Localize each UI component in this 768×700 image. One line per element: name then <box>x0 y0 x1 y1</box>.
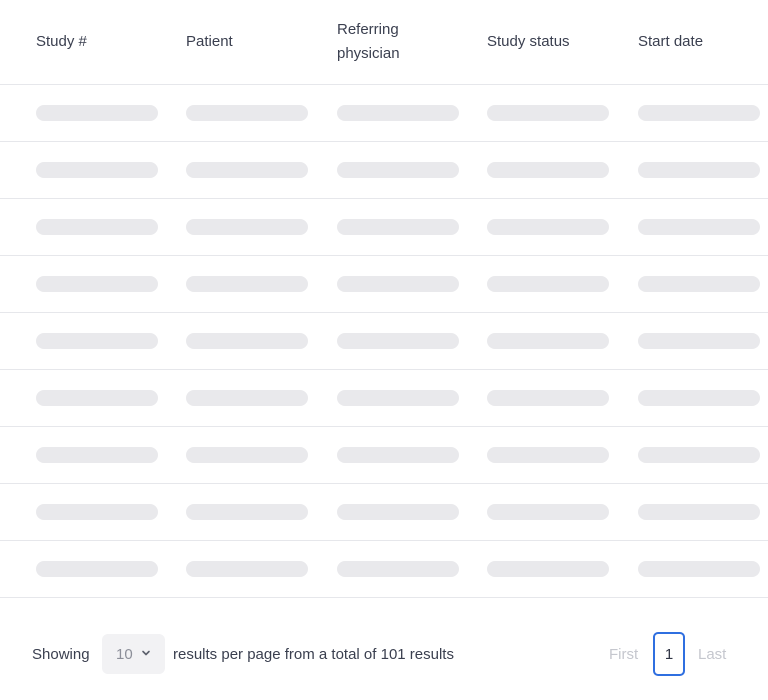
skeleton-placeholder <box>487 390 609 406</box>
table-header: Study # Patient Referring physician Stud… <box>0 0 768 85</box>
column-header-referring-physician[interactable]: Referring physician <box>337 0 447 84</box>
skeleton-placeholder <box>638 162 760 178</box>
per-page-value: 10 <box>116 645 133 663</box>
skeleton-placeholder <box>36 219 158 235</box>
skeleton-placeholder <box>186 105 308 121</box>
skeleton-placeholder <box>337 276 459 292</box>
skeleton-placeholder <box>186 219 308 235</box>
table-row <box>0 256 768 313</box>
skeleton-placeholder <box>36 105 158 121</box>
skeleton-placeholder <box>638 504 760 520</box>
skeleton-placeholder <box>638 390 760 406</box>
table-row <box>0 484 768 541</box>
skeleton-placeholder <box>337 447 459 463</box>
skeleton-placeholder <box>337 561 459 577</box>
skeleton-placeholder <box>186 504 308 520</box>
skeleton-placeholder <box>638 333 760 349</box>
skeleton-placeholder <box>487 447 609 463</box>
skeleton-placeholder <box>337 162 459 178</box>
skeleton-placeholder <box>36 447 158 463</box>
pagination-current-page[interactable]: 1 <box>653 632 685 676</box>
table-footer: Showing 10 results per page from a total… <box>0 632 768 676</box>
skeleton-placeholder <box>638 105 760 121</box>
skeleton-placeholder <box>487 276 609 292</box>
pagination-last-button[interactable]: Last <box>698 632 726 676</box>
skeleton-placeholder <box>487 162 609 178</box>
skeleton-placeholder <box>337 219 459 235</box>
skeleton-placeholder <box>186 447 308 463</box>
table-body <box>0 85 768 598</box>
skeleton-placeholder <box>337 105 459 121</box>
table-row <box>0 541 768 598</box>
pagination-first-button[interactable]: First <box>609 632 638 676</box>
studies-table: Study # Patient Referring physician Stud… <box>0 0 768 598</box>
column-header-study-number[interactable]: Study # <box>36 0 166 84</box>
skeleton-placeholder <box>638 447 760 463</box>
skeleton-placeholder <box>487 504 609 520</box>
skeleton-placeholder <box>638 276 760 292</box>
column-header-study-status[interactable]: Study status <box>487 0 617 84</box>
column-header-start-date[interactable]: Start date <box>638 0 768 84</box>
skeleton-placeholder <box>186 162 308 178</box>
skeleton-placeholder <box>487 561 609 577</box>
results-summary: results per page from a total of 101 res… <box>173 645 454 663</box>
table-row <box>0 85 768 142</box>
skeleton-placeholder <box>186 276 308 292</box>
skeleton-placeholder <box>638 561 760 577</box>
chevron-down-icon <box>142 650 150 656</box>
table-row <box>0 370 768 427</box>
per-page-select[interactable]: 10 <box>102 634 165 674</box>
skeleton-placeholder <box>186 561 308 577</box>
skeleton-placeholder <box>36 276 158 292</box>
skeleton-placeholder <box>36 561 158 577</box>
skeleton-placeholder <box>638 219 760 235</box>
table-row <box>0 427 768 484</box>
skeleton-placeholder <box>36 504 158 520</box>
table-row <box>0 313 768 370</box>
skeleton-placeholder <box>337 333 459 349</box>
skeleton-placeholder <box>186 333 308 349</box>
skeleton-placeholder <box>487 105 609 121</box>
skeleton-placeholder <box>36 333 158 349</box>
skeleton-placeholder <box>337 390 459 406</box>
skeleton-placeholder <box>36 390 158 406</box>
table-row <box>0 199 768 256</box>
skeleton-placeholder <box>36 162 158 178</box>
skeleton-placeholder <box>487 219 609 235</box>
table-row <box>0 142 768 199</box>
column-header-patient[interactable]: Patient <box>186 0 316 84</box>
skeleton-placeholder <box>337 504 459 520</box>
skeleton-placeholder <box>487 333 609 349</box>
skeleton-placeholder <box>186 390 308 406</box>
showing-label: Showing <box>32 645 90 663</box>
